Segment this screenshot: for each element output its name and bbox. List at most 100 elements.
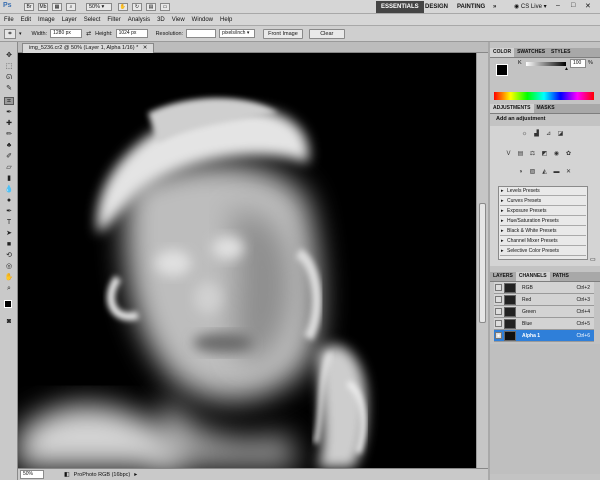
close-button[interactable]: ✕: [585, 2, 591, 10]
k-value-field[interactable]: 100: [570, 59, 586, 68]
menu-view[interactable]: View: [172, 17, 185, 23]
channel-row-red[interactable]: Red Ctrl+3: [494, 294, 594, 306]
k-slider-track[interactable]: [526, 62, 566, 66]
menu-analysis[interactable]: Analysis: [128, 17, 150, 23]
width-field[interactable]: 1280 px: [50, 29, 83, 38]
document-canvas[interactable]: [18, 53, 476, 468]
visibility-toggle-icon[interactable]: [495, 320, 502, 327]
status-menu-arrow-icon[interactable]: ▸: [134, 471, 137, 478]
resolution-field[interactable]: [186, 29, 217, 38]
adjustments-footer-icon[interactable]: ▭: [590, 256, 596, 263]
tab-channels[interactable]: CHANNELS: [515, 272, 550, 281]
preset-black-white[interactable]: Black & White Presets: [500, 227, 586, 236]
levels-icon[interactable]: ▟: [532, 130, 541, 138]
zoom-dropdown[interactable]: 50% ▾: [86, 3, 112, 11]
type-tool-icon[interactable]: T: [4, 219, 14, 227]
quick-selection-tool-icon[interactable]: ✎: [4, 85, 14, 93]
mini-bridge-icon[interactable]: Mb: [38, 3, 48, 11]
path-selection-tool-icon[interactable]: ➤: [4, 230, 14, 238]
workspace-design[interactable]: DESIGN: [420, 1, 453, 13]
pen-tool-icon[interactable]: ✒: [4, 208, 14, 216]
preset-hue-saturation[interactable]: Hue/Saturation Presets: [500, 217, 586, 226]
tab-swatches[interactable]: SWATCHES: [514, 48, 548, 57]
photo-filter-icon[interactable]: ◉: [552, 150, 561, 158]
screen-mode-icon[interactable]: ▭: [160, 3, 170, 11]
channel-row-blue[interactable]: Blue Ctrl+5: [494, 318, 594, 330]
workspace-more[interactable]: »: [488, 1, 501, 13]
vibrance-icon[interactable]: V: [504, 150, 513, 158]
shape-tool-icon[interactable]: ■: [4, 241, 14, 249]
channel-mixer-icon[interactable]: ✿: [564, 150, 573, 158]
status-zoom-field[interactable]: 50%: [20, 470, 44, 479]
preset-selective-color[interactable]: Selective Color Presets: [500, 247, 586, 256]
minimize-button[interactable]: –: [556, 2, 560, 9]
menu-3d[interactable]: 3D: [157, 17, 165, 23]
menu-select[interactable]: Select: [84, 17, 101, 23]
bridge-icon[interactable]: Br: [24, 3, 34, 11]
zoom-tool-icon-toolbox[interactable]: ⌕: [4, 285, 14, 293]
3d-orbit-tool-icon[interactable]: ◎: [4, 263, 14, 271]
tab-styles[interactable]: STYLES: [548, 48, 573, 57]
tab-masks[interactable]: MASKS: [534, 104, 558, 113]
visibility-eye-icon[interactable]: ●: [495, 332, 502, 339]
crop-tool-icon[interactable]: ⌗: [4, 97, 14, 105]
spot-healing-tool-icon[interactable]: ✚: [4, 120, 14, 128]
history-brush-tool-icon[interactable]: ✐: [4, 153, 14, 161]
black-white-icon[interactable]: ◩: [540, 150, 549, 158]
scrollbar-thumb[interactable]: [479, 203, 486, 323]
zoom-tool-icon[interactable]: ⌕: [66, 3, 76, 11]
vertical-scrollbar[interactable]: [476, 53, 488, 468]
document-close-icon[interactable]: ✕: [143, 45, 148, 51]
selective-color-icon[interactable]: ✕: [564, 168, 573, 176]
3d-rotate-tool-icon[interactable]: ⟲: [4, 252, 14, 260]
quick-mask-icon[interactable]: ◙: [4, 318, 14, 326]
dodge-tool-icon[interactable]: ●: [4, 197, 14, 205]
clear-button[interactable]: Clear: [308, 28, 345, 39]
menu-layer[interactable]: Layer: [62, 17, 77, 23]
brush-tool-icon[interactable]: ✏: [4, 131, 14, 139]
channel-row-green[interactable]: Green Ctrl+4: [494, 306, 594, 318]
menu-file[interactable]: File: [4, 17, 14, 23]
menu-edit[interactable]: Edit: [21, 17, 31, 23]
move-tool-icon[interactable]: ✥: [4, 52, 14, 60]
tab-paths[interactable]: PATHS: [550, 272, 572, 281]
color-ramp[interactable]: [494, 92, 594, 100]
workspace-painting[interactable]: PAINTING: [452, 1, 490, 13]
color-foreground-swatch[interactable]: [496, 64, 508, 76]
arrange-documents-icon[interactable]: ▤: [146, 3, 156, 11]
invert-icon[interactable]: ◑: [516, 168, 525, 176]
preset-exposure[interactable]: Exposure Presets: [500, 207, 586, 216]
gradient-map-icon[interactable]: ▬: [552, 168, 561, 176]
tab-layers[interactable]: LAYERS: [490, 272, 516, 281]
preset-curves[interactable]: Curves Presets: [500, 197, 586, 206]
foreground-color-swatch[interactable]: [4, 300, 12, 308]
blur-tool-icon[interactable]: 💧: [4, 186, 14, 194]
tab-adjustments[interactable]: ADJUSTMENTS: [490, 104, 534, 113]
preset-levels[interactable]: Levels Presets: [500, 187, 586, 196]
posterize-icon[interactable]: ▨: [528, 168, 537, 176]
exposure-icon[interactable]: ◪: [556, 130, 565, 138]
lasso-tool-icon[interactable]: ᘏ: [4, 74, 14, 82]
gradient-tool-icon[interactable]: ▮: [4, 175, 14, 183]
menu-filter[interactable]: Filter: [107, 17, 120, 23]
clone-stamp-tool-icon[interactable]: ♣: [4, 142, 14, 150]
menu-help[interactable]: Help: [220, 17, 232, 23]
swap-dimensions-icon[interactable]: ⇄: [86, 30, 91, 37]
resolution-unit-select[interactable]: pixels/inch ▾: [219, 29, 256, 38]
brightness-contrast-icon[interactable]: ☼: [520, 130, 529, 138]
crop-tool-preset-icon[interactable]: ⌗: [4, 28, 16, 39]
hand-tool-icon[interactable]: ✋: [118, 3, 128, 11]
visibility-toggle-icon[interactable]: [495, 296, 502, 303]
maximize-button[interactable]: □: [571, 2, 575, 9]
menu-window[interactable]: Window: [192, 17, 213, 23]
document-tab[interactable]: img_5236.cr2 @ 50% (Layer 1, Alpha 1/16)…: [22, 43, 155, 53]
visibility-toggle-icon[interactable]: [495, 308, 502, 315]
channel-row-alpha-1[interactable]: ● Alpha 1 Ctrl+6: [494, 330, 594, 342]
front-image-button[interactable]: Front Image: [263, 28, 303, 39]
visibility-toggle-icon[interactable]: [495, 284, 502, 291]
channel-row-rgb[interactable]: RGB Ctrl+2: [494, 282, 594, 294]
eraser-tool-icon[interactable]: ▱: [4, 164, 14, 172]
eyedropper-tool-icon[interactable]: ✒: [4, 109, 14, 117]
extras-icon[interactable]: ▦: [52, 3, 62, 11]
height-field[interactable]: 1024 px: [115, 29, 148, 38]
